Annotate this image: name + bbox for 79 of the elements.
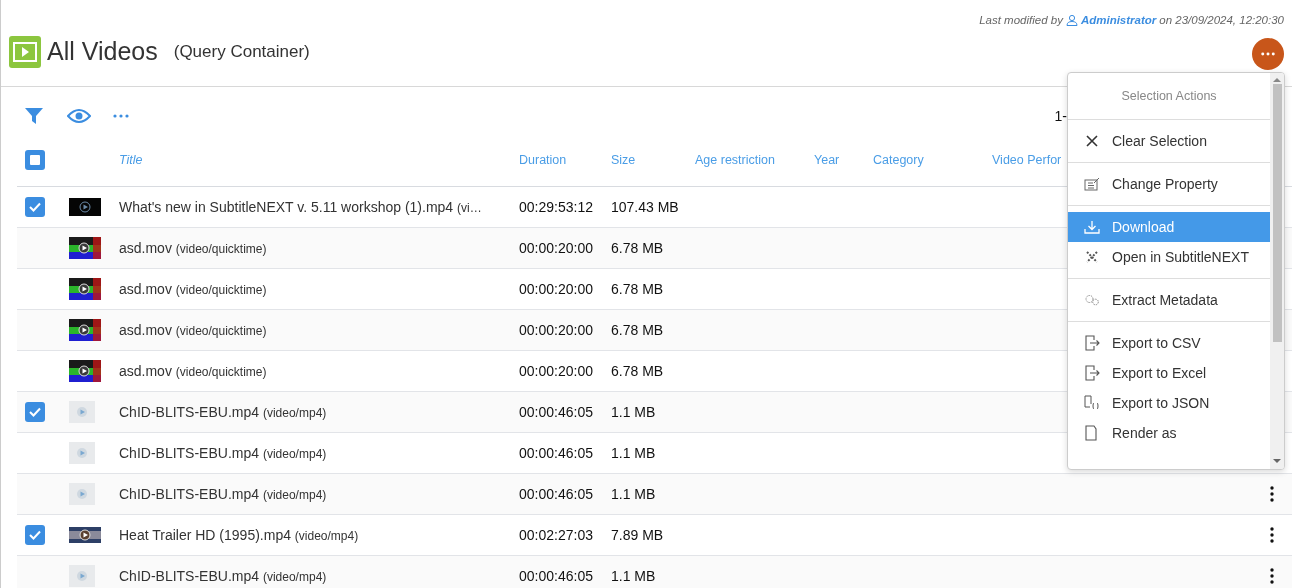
title-cell[interactable]: ChID-BLITS-EBU.mp4 (video/mp4): [119, 486, 519, 502]
menu-item[interactable]: Extract Metadata: [1068, 285, 1270, 315]
duration-cell-text: 00:00:20:00: [519, 322, 594, 338]
menu-item[interactable]: Render as: [1068, 418, 1270, 448]
more-icon[interactable]: [113, 114, 129, 118]
filter-icon[interactable]: [23, 106, 45, 126]
video-thumbnail: [69, 527, 101, 543]
form-edit-icon: [1084, 177, 1100, 191]
cross-dots-icon: [1084, 250, 1100, 264]
kebab-menu-icon[interactable]: [1270, 568, 1274, 584]
duration-cell-text: 00:00:20:00: [519, 281, 594, 297]
size-cell-text: 6.78 MB: [611, 281, 665, 297]
row-checkbox[interactable]: [25, 525, 45, 545]
title-cell[interactable]: ChID-BLITS-EBU.mp4 (video/mp4): [119, 445, 519, 461]
title-cell[interactable]: asd.mov (video/quicktime): [119, 322, 519, 338]
last-modified-label: Last modified by: [979, 14, 1063, 26]
title-cell[interactable]: What's new in SubtitleNEXT v. 5.11 workshop (1).mp4 (vi…: [119, 199, 519, 215]
close-icon: [1084, 134, 1100, 148]
modified-date: on 23/09/2024, 12:20:30: [1159, 14, 1284, 26]
select-all-checkbox[interactable]: [25, 149, 45, 170]
checkmark-icon: [29, 530, 41, 540]
checkmark-icon: [29, 202, 41, 212]
size-cell-text: 1.1 MB: [611, 568, 657, 584]
size-cell-text: 6.78 MB: [611, 240, 665, 256]
size-cell-text: 1.1 MB: [611, 445, 657, 461]
menu-item[interactable]: Export to Excel: [1068, 358, 1270, 388]
file-export-icon: [1084, 335, 1100, 351]
pager-range: 1-: [1054, 108, 1067, 124]
row-checkbox[interactable]: [25, 402, 45, 422]
file-icon: [1084, 425, 1100, 441]
size-cell-text: 1.1 MB: [611, 486, 657, 502]
duration-cell-text: 00:29:53:12: [519, 199, 594, 215]
size-cell-text: 7.89 MB: [611, 527, 665, 543]
video-thumbnail: [69, 278, 101, 300]
download-icon: [1084, 220, 1100, 234]
user-icon: [1065, 14, 1078, 26]
size-cell-text: 6.78 MB: [611, 322, 665, 338]
video-thumbnail: [69, 360, 101, 382]
video-thumbnail: [69, 237, 101, 259]
video-thumbnail: [69, 483, 95, 505]
checkmark-icon: [29, 407, 41, 417]
video-thumbnail: [69, 198, 101, 216]
title-cell[interactable]: asd.mov (video/quicktime): [119, 363, 519, 379]
menu-item[interactable]: Open in SubtitleNEXT: [1068, 242, 1270, 272]
menu-item[interactable]: Export to CSV: [1068, 328, 1270, 358]
size-cell-text: 1.1 MB: [611, 404, 657, 420]
title-cell[interactable]: asd.mov (video/quicktime): [119, 281, 519, 297]
title-cell[interactable]: Heat Trailer HD (1995).mp4 (video/mp4): [119, 527, 519, 543]
gears-icon: [1084, 293, 1100, 307]
duration-cell-text: 00:00:20:00: [519, 240, 594, 256]
duration-cell-text: 00:00:46:05: [519, 486, 594, 502]
file-export-icon: [1084, 365, 1100, 381]
menu-item[interactable]: Change Property: [1068, 169, 1270, 199]
menu-scrollbar[interactable]: [1270, 73, 1284, 469]
title-cell[interactable]: ChID-BLITS-EBU.mp4 (video/mp4): [119, 404, 519, 420]
kebab-menu-icon[interactable]: [1270, 486, 1274, 502]
menu-item[interactable]: Clear Selection: [1068, 126, 1270, 156]
file-braces-icon: [1084, 395, 1100, 411]
duration-cell-text: 00:00:46:05: [519, 568, 594, 584]
page-title: All Videos: [47, 36, 158, 66]
page-subtitle: (Query Container): [173, 41, 310, 63]
duration-cell-text: 00:00:20:00: [519, 363, 594, 379]
video-thumbnail: [69, 401, 95, 423]
video-thumbnail: [69, 442, 95, 464]
kebab-menu-icon[interactable]: [1270, 527, 1274, 543]
duration-cell-text: 00:00:46:05: [519, 404, 594, 420]
row-checkbox[interactable]: [25, 197, 45, 217]
video-thumbnail: [69, 319, 101, 341]
menu-item[interactable]: Export to JSON: [1068, 388, 1270, 418]
duration-cell-text: 00:02:27:03: [519, 527, 594, 543]
duration-cell-text: 00:00:46:05: [519, 445, 594, 461]
eye-icon[interactable]: [67, 108, 91, 124]
title-cell[interactable]: asd.mov (video/quicktime): [119, 240, 519, 256]
size-cell-text: 6.78 MB: [611, 363, 665, 379]
title-cell[interactable]: ChID-BLITS-EBU.mp4 (video/mp4): [119, 568, 519, 584]
video-icon: [9, 36, 41, 68]
ellipsis-icon: [1261, 52, 1275, 56]
more-actions-button[interactable]: [1252, 38, 1284, 70]
size-cell-text: 107.43 MB: [611, 199, 680, 215]
